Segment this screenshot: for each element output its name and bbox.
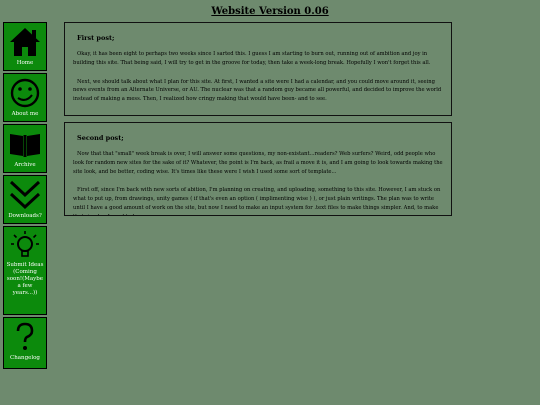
sidebar-item-archive[interactable]: Archive — [3, 124, 47, 173]
post-title: First post; — [77, 34, 115, 42]
sidebar-item-label: Archive — [14, 162, 36, 168]
face-icon — [8, 77, 42, 109]
sidebar-nav: Home About me Archive Downloads? Submit … — [3, 22, 47, 371]
sidebar-item-label: About me — [11, 111, 39, 117]
sidebar-item-label: Submit Ideas (Coming soon!(Maybe a few y… — [6, 262, 44, 296]
book-icon — [8, 128, 42, 160]
sidebar-item-about-me[interactable]: About me — [3, 73, 47, 122]
sidebar-item-changelog[interactable]: Changelog — [3, 317, 47, 369]
post-second: Second post; Now that that "small" week … — [64, 122, 452, 216]
sidebar-item-downloads[interactable]: Downloads? — [3, 175, 47, 224]
sidebar-item-label: Home — [16, 60, 34, 66]
chevron-down-icon — [8, 179, 42, 211]
sidebar-item-label: Downloads? — [8, 213, 42, 219]
sidebar-item-label: Changelog — [10, 355, 40, 361]
post-first: First post; Okay, it has been eight to p… — [64, 22, 452, 116]
sidebar-item-home[interactable]: Home — [3, 22, 47, 71]
lightbulb-icon — [8, 230, 42, 260]
post-title: Second post; — [77, 134, 124, 142]
site-title: Website Version 0.06 — [211, 6, 329, 17]
home-icon — [8, 26, 42, 58]
question-mark-icon — [8, 321, 42, 353]
post-paragraph: Now that that "small" week break is over… — [73, 151, 443, 175]
post-paragraph: Okay, it has been eight to perhaps two w… — [73, 51, 431, 66]
post-paragraph: First off, since I'm back with new sorts… — [73, 187, 441, 215]
post-paragraph: Next, we should talk about what I plan f… — [73, 78, 442, 103]
sidebar-item-submit-ideas[interactable]: Submit Ideas (Coming soon!(Maybe a few y… — [3, 226, 47, 315]
